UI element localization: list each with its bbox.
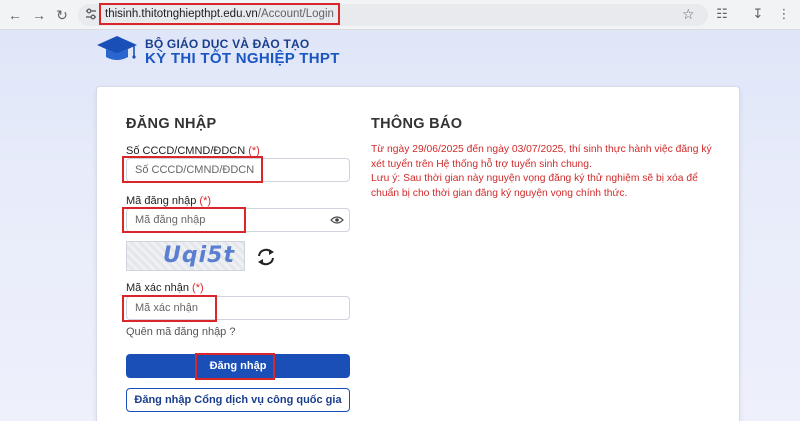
menu-icon[interactable]: ⋮: [776, 6, 792, 22]
code-field-wrapper: [126, 208, 350, 232]
back-icon[interactable]: ←: [6, 6, 24, 24]
code-label: Mã đăng nhập (*): [126, 195, 212, 207]
required-mark: (*): [248, 145, 260, 157]
browser-toolbar: ← → ↻ thisinh.thitotnghiepthpt.edu.vn/Ac…: [0, 0, 800, 30]
login-code-input[interactable]: [127, 209, 349, 231]
notice-line: Lưu ý: Sau thời gian này nguyện vọng đăn…: [371, 173, 698, 199]
ministry-name: BỘ GIÁO DỤC VÀ ĐÀO TẠO: [145, 37, 310, 51]
required-mark: (*): [199, 195, 212, 207]
graduation-cap-icon: [97, 36, 137, 60]
captcha-text: Uqi5t: [163, 243, 235, 268]
url-text[interactable]: thisinh.thitotnghiepthpt.edu.vn/Account/…: [99, 3, 340, 25]
reload-icon[interactable]: ↻: [53, 6, 71, 24]
id-input[interactable]: [127, 159, 349, 181]
forward-icon[interactable]: →: [30, 6, 48, 24]
login-button[interactable]: Đăng nhập: [126, 354, 350, 378]
notice-line: Từ ngày 29/06/2025 đến ngày 03/07/2025, …: [371, 144, 712, 170]
refresh-captcha-icon[interactable]: [255, 246, 277, 268]
bookmark-star-icon[interactable]: ☆: [682, 6, 695, 23]
id-field-wrapper: [126, 158, 350, 182]
notice-title: THÔNG BÁO: [371, 116, 463, 132]
captcha-image: Uqi5t: [126, 241, 245, 271]
download-icon[interactable]: ↧: [750, 6, 766, 22]
show-password-icon[interactable]: [330, 215, 344, 225]
id-label: Số CCCD/CMND/ĐDCN (*): [126, 145, 260, 157]
site-info-icon[interactable]: [84, 7, 98, 21]
forgot-code-link[interactable]: Quên mã đăng nhập ?: [126, 326, 235, 338]
notice-body: Từ ngày 29/06/2025 đến ngày 03/07/2025, …: [371, 143, 721, 201]
extensions-icon[interactable]: ☷: [714, 6, 730, 22]
verify-label: Mã xác nhận (*): [126, 282, 204, 294]
login-title: ĐĂNG NHẬP: [126, 116, 217, 132]
exam-title: KỲ THI TỐT NGHIỆP THPT: [145, 50, 340, 67]
required-mark: (*): [192, 282, 204, 294]
national-portal-login-button[interactable]: Đăng nhập Cổng dịch vụ công quốc gia: [126, 388, 350, 412]
verify-field-wrapper: [126, 296, 350, 320]
verify-code-input[interactable]: [127, 297, 349, 319]
